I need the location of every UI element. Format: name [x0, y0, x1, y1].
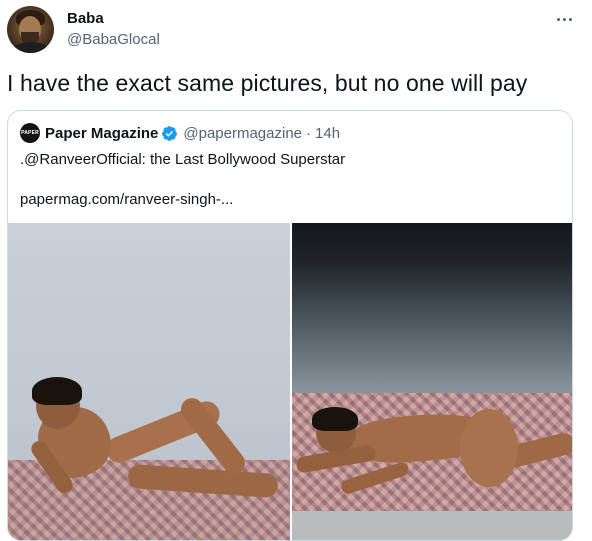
avatar-body [11, 42, 51, 53]
quoted-author-avatar[interactable]: PAPER [20, 123, 40, 143]
figure-hair [32, 377, 82, 405]
verified-badge-icon [162, 125, 178, 141]
tweet-text: I have the exact same pictures, but no o… [7, 70, 528, 96]
floor [292, 511, 572, 540]
more-horizontal-icon-dot [568, 17, 572, 21]
quoted-tweet[interactable]: PAPER Paper Magazine @papermagazine · 14… [7, 110, 573, 541]
quoted-tweet-time[interactable]: 14h [315, 125, 340, 142]
more-horizontal-icon-dot [562, 17, 566, 21]
figure-hip [460, 409, 518, 487]
header-separator: · [306, 124, 312, 142]
figure-hair [312, 407, 358, 431]
tweet: Baba @BabaGlocal I have the exact same p… [0, 0, 592, 541]
more-horizontal-icon [556, 17, 560, 21]
quoted-tweet-media [8, 223, 572, 540]
quoted-author-handle[interactable]: @papermagazine [183, 125, 302, 142]
photo-right[interactable] [292, 223, 572, 540]
quoted-tweet-header: PAPER Paper Magazine @papermagazine · 14… [20, 123, 340, 143]
quoted-tweet-link[interactable]: papermag.com/ranveer-singh-... [20, 191, 233, 208]
quoted-tweet-text: .@RanveerOfficial: the Last Bollywood Su… [20, 151, 346, 168]
more-options-button[interactable] [552, 9, 576, 29]
author-display-name[interactable]: Baba [67, 10, 104, 27]
photo-left[interactable] [8, 223, 290, 540]
author-avatar[interactable] [7, 6, 54, 53]
quoted-author-display-name[interactable]: Paper Magazine [45, 125, 158, 142]
author-handle[interactable]: @BabaGlocal [67, 31, 160, 48]
